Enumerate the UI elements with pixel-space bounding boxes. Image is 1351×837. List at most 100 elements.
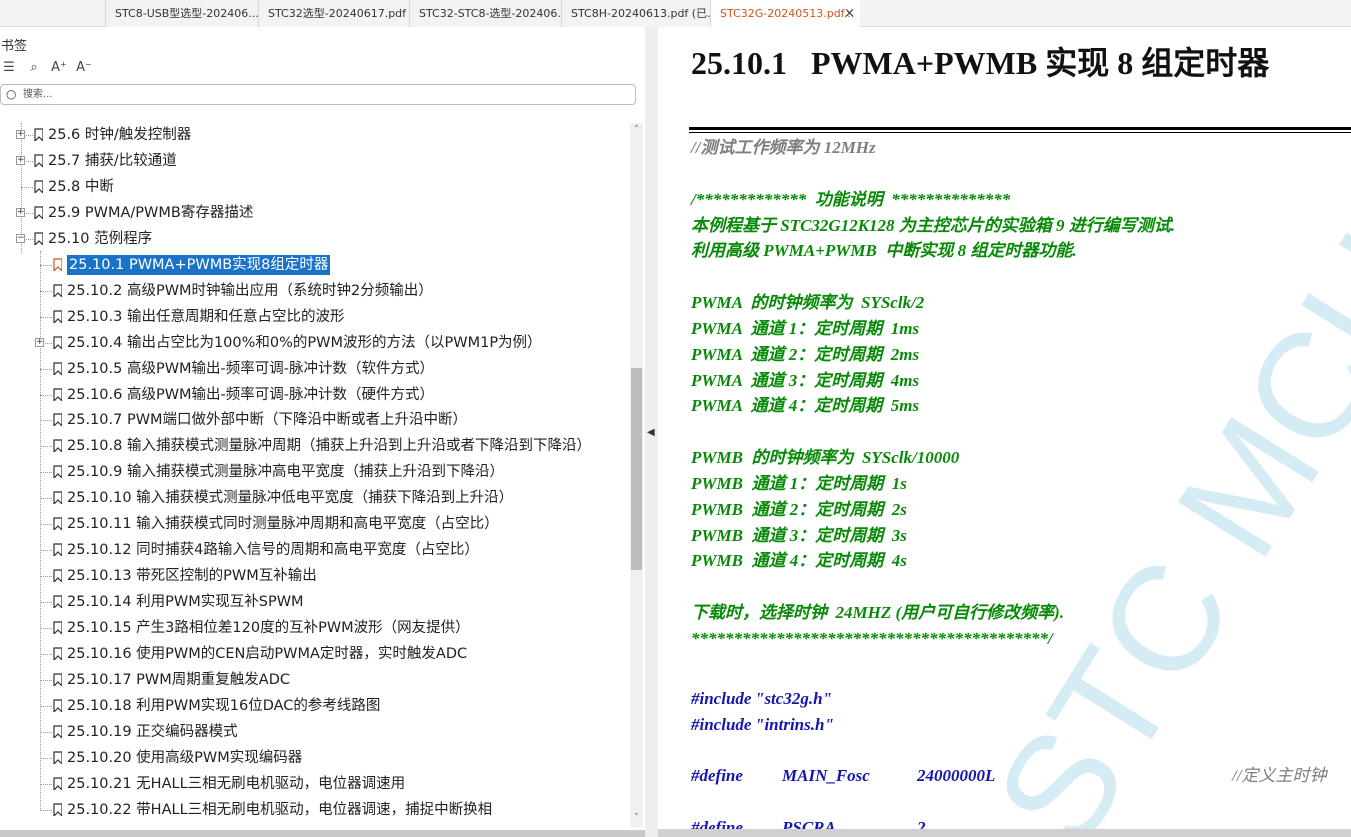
- panel-splitter[interactable]: ◀: [645, 27, 658, 837]
- bookmark-label: 25.7 捕获/比较通道: [48, 152, 177, 169]
- expand-toggle-icon[interactable]: +: [35, 337, 44, 347]
- font-increase-icon[interactable]: A⁺: [51, 60, 67, 75]
- bookmark-item[interactable]: 25.10.2 高级PWM时钟输出应用（系统时钟2分频输出）: [0, 279, 628, 303]
- bookmark-search-input[interactable]: ○ 搜索...: [0, 84, 636, 105]
- code-line: PWMB 通道 2：定时周期 2s: [691, 499, 907, 519]
- expand-toggle-icon[interactable]: +: [16, 130, 25, 139]
- bookmark-icon: [34, 180, 43, 193]
- code-line: PWMA 通道 3：定时周期 4ms: [691, 370, 920, 390]
- scrollbar-thumb[interactable]: [631, 368, 642, 570]
- bookmark-item[interactable]: 25.10.21 无HALL三相无刷电机驱动，电位器调速用: [0, 772, 628, 796]
- tab-label: STC8-USB型选型-202406...: [115, 7, 258, 20]
- bookmark-icon: [53, 751, 62, 764]
- bookmark-search-icon[interactable]: ⌕: [26, 60, 42, 75]
- bookmark-label: 25.10.20 使用高级PWM实现编码器: [67, 749, 303, 766]
- bookmark-icon: [34, 232, 43, 245]
- bookmark-item[interactable]: − 25.10 范例程序: [0, 227, 628, 251]
- bookmark-icon: [53, 621, 62, 635]
- tree-connector: [40, 420, 52, 422]
- bookmark-item[interactable]: 25.10.15 产生3路相位差120度的互补PWM波形（网友提供）: [0, 616, 628, 640]
- tree-connector: [40, 472, 52, 474]
- tree-connector: [40, 731, 52, 733]
- bookmark-item[interactable]: +25.7 捕获/比较通道: [0, 149, 628, 173]
- expand-toggle-icon[interactable]: −: [16, 233, 25, 243]
- bookmark-item[interactable]: 25.10.14 利用PWM实现互补SPWM: [0, 590, 628, 614]
- bookmark-label: 25.10.17 PWM周期重复触发ADC: [67, 671, 290, 688]
- collapse-panel-icon[interactable]: ◀: [647, 427, 655, 438]
- bookmark-icon: [53, 803, 62, 816]
- bookmark-label: 25.10.18 利用PWM实现16位DAC的参考线路图: [67, 697, 381, 714]
- bookmark-item[interactable]: 25.10.20 使用高级PWM实现编码器: [0, 746, 628, 770]
- directive: #include: [691, 688, 752, 708]
- bookmark-item[interactable]: 25.10.3 输出任意周期和任意占空比的波形: [0, 305, 628, 329]
- bookmark-item[interactable]: 25.10.8 输入捕获模式测量脉冲周期（捕获上升沿到上升沿或者下降沿到下降沿）: [0, 434, 628, 458]
- bookmark-label: 25.10.13 带死区控制的PWM互补输出: [67, 568, 317, 585]
- tab-3[interactable]: STC8H-20240613.pdf (已...: [561, 0, 710, 27]
- bookmark-label: 25.10.5 高级PWM输出-频率可调-脉冲计数（软件方式）: [67, 360, 435, 377]
- bookmark-item[interactable]: 25.10.9 输入捕获模式测量脉冲高电平宽度（捕获上升沿到下降沿）: [0, 460, 628, 484]
- bookmark-item[interactable]: 25.10.17 PWM周期重复触发ADC: [0, 668, 628, 692]
- bookmark-panel-title: 书签: [1, 39, 28, 54]
- document-horizontal-scrollbar[interactable]: [658, 829, 1351, 837]
- bookmark-item[interactable]: 25.10.19 正交编码器模式: [0, 720, 628, 744]
- code-block: 下载时，选择时钟 24MHZ (用户可自行修改频率). *************…: [691, 600, 1351, 652]
- bookmark-horizontal-scrollbar[interactable]: [0, 830, 645, 837]
- list-icon[interactable]: ☰: [1, 60, 17, 75]
- bookmark-item[interactable]: 25.10.1 PWMA+PWMB实现8组定时器: [0, 253, 628, 277]
- bookmark-item[interactable]: 25.10.6 高级PWM输出-频率可调-脉冲计数（硬件方式）: [0, 383, 628, 407]
- bookmark-item[interactable]: +25.9 PWMA/PWMB寄存器描述: [0, 201, 628, 225]
- code-line: //测试工作频率为 12MHz: [691, 138, 876, 157]
- bookmark-icon: [53, 335, 62, 349]
- tree-connector: [40, 498, 52, 500]
- bookmark-item[interactable]: 25.10.12 同时捕获4路输入信号的周期和高电平宽度（占空比）: [0, 538, 628, 562]
- bookmark-label: 25.10.12 同时捕获4路输入信号的周期和高电平宽度（占空比）: [67, 542, 479, 559]
- tab-1[interactable]: STC32选型-20240617.pdf: [258, 0, 409, 27]
- tree-connector: [40, 654, 52, 655]
- bookmark-label: 25.10.22 带HALL三相无刷电机驱动，电位器调速，捕捉中断换相: [67, 801, 493, 818]
- tree-connector: [40, 576, 52, 578]
- bookmark-icon: [53, 569, 62, 583]
- code-block: PWMA 的时钟频率为 SYSclk/2 PWMA 通道 1：定时周期 1ms PW…: [691, 290, 1351, 419]
- font-decrease-icon[interactable]: A⁻: [76, 60, 92, 75]
- tab-label: STC32-STC8-选型-202406...: [419, 7, 561, 20]
- bookmark-item[interactable]: 25.10.10 输入捕获模式测量脉冲低电平宽度（捕获下降沿到上升沿）: [0, 486, 628, 510]
- bookmark-label: 25.10.21 无HALL三相无刷电机驱动，电位器调速用: [67, 775, 406, 792]
- scroll-down-icon[interactable]: ˅: [630, 813, 643, 823]
- include-file: "intrins.h": [755, 714, 834, 734]
- bookmark-item[interactable]: 25.10.18 利用PWM实现16位DAC的参考线路图: [0, 694, 628, 718]
- bookmark-icon: [53, 413, 62, 427]
- bookmark-label: 25.10.2 高级PWM时钟输出应用（系统时钟2分频输出）: [67, 282, 433, 299]
- tab-0[interactable]: STC8-USB型选型-202406...: [105, 0, 258, 27]
- code-block: /************* 功能说明 ************** 本例程基于 …: [691, 187, 1351, 264]
- directive: #include: [691, 714, 752, 734]
- bookmark-item[interactable]: 25.8 中断: [0, 175, 628, 199]
- scroll-up-icon[interactable]: ˄: [630, 125, 643, 135]
- bookmark-label: 25.10.16 使用PWM的CEN启动PWMA定时器，实时触发ADC: [67, 646, 468, 662]
- bookmark-item[interactable]: 25.10.13 带死区控制的PWM互补输出: [0, 564, 628, 588]
- bookmark-icon: [53, 310, 62, 323]
- code-line: /************* 功能说明 **************: [691, 189, 1011, 209]
- include-line: #include "stc32g.h": [691, 686, 1351, 712]
- bookmark-vertical-scrollbar[interactable]: ˄ ˅: [630, 123, 643, 827]
- code-listing: //测试工作频率为 12MHz /************* 功能说明 *****…: [691, 135, 1351, 837]
- tree-connector: [40, 757, 52, 759]
- tree-connector: [40, 524, 52, 526]
- bookmark-item[interactable]: 25.10.16 使用PWM的CEN启动PWMA定时器，实时触发ADC: [0, 642, 628, 666]
- bookmark-icon: [53, 465, 62, 479]
- bookmark-item[interactable]: 25.10.22 带HALL三相无刷电机驱动，电位器调速，捕捉中断换相: [0, 798, 628, 822]
- bookmark-item[interactable]: 25.10.5 高级PWM输出-频率可调-脉冲计数（软件方式）: [0, 357, 628, 381]
- bookmark-item[interactable]: +25.6 时钟/触发控制器: [0, 123, 628, 147]
- tree-connector: [40, 290, 52, 292]
- tab-label: STC32G-20240513.pdf...: [720, 7, 855, 20]
- bookmark-label: 25.10 范例程序: [48, 230, 153, 247]
- close-tab-icon[interactable]: ×: [844, 0, 855, 26]
- expand-toggle-icon[interactable]: +: [16, 155, 25, 165]
- tab-2[interactable]: STC32-STC8-选型-202406...: [409, 0, 561, 27]
- bookmark-item[interactable]: 25.10.7 PWM端口做外部中断（下降沿中断或者上升沿中断）: [0, 408, 628, 432]
- bookmark-item[interactable]: 25.10.11 输入捕获模式同时测量脉冲周期和高电平宽度（占空比）: [0, 512, 628, 536]
- bookmark-item[interactable]: +25.10.4 输出占空比为100%和0%的PWM波形的方法（以PWM1P为例…: [0, 331, 628, 355]
- tab-bar: STC8-USB型选型-202406... STC32选型-20240617.pd…: [0, 0, 1351, 27]
- tree-connector: [26, 212, 33, 214]
- expand-toggle-icon[interactable]: +: [16, 207, 25, 217]
- tab-4[interactable]: STC32G-20240513.pdf... ×: [710, 0, 860, 27]
